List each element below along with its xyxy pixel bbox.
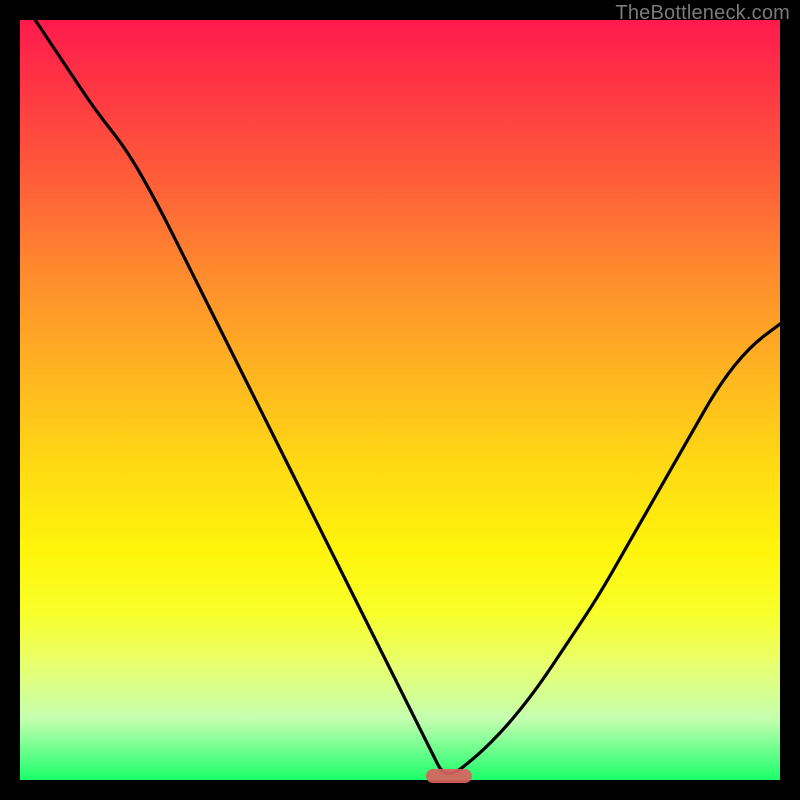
plot-area xyxy=(20,20,780,780)
optimum-marker xyxy=(426,769,472,783)
curve-path xyxy=(35,20,780,773)
chart-frame: TheBottleneck.com xyxy=(0,0,800,800)
bottleneck-curve xyxy=(20,20,780,780)
